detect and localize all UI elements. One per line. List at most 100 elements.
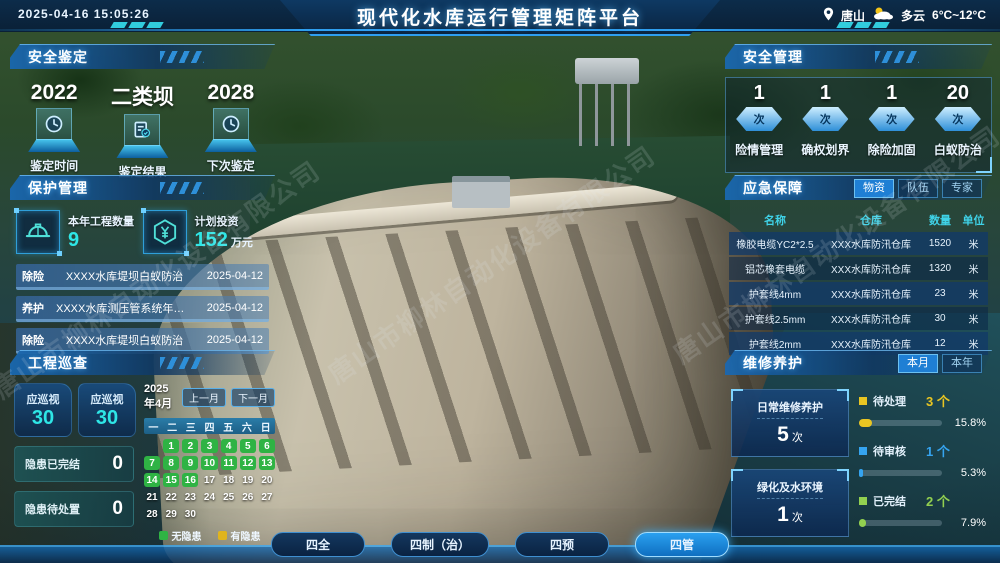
record-type: 除险 [22, 268, 56, 284]
tab-队伍[interactable]: 队伍 [898, 179, 938, 198]
calendar-day[interactable]: 3 [201, 439, 217, 453]
stat-label: 隐患待处置 [25, 501, 80, 517]
calendar-day[interactable]: 4 [221, 439, 237, 453]
nav-button-四全[interactable]: 四全 [271, 532, 365, 557]
progress-fill [859, 419, 872, 427]
panel-title: 安全管理 [725, 49, 803, 65]
legend-swatch [218, 531, 227, 540]
panel-inspection: 工程巡查 应巡视30应巡视30 隐患已完结0隐患待处置0 2025年4月 上一月… [10, 350, 275, 534]
header-underline [725, 201, 992, 203]
protection-stat-card: 本年工程数量9 [16, 210, 143, 254]
stat-label: 应巡视 [27, 391, 60, 407]
supplies-table-row[interactable]: 橡胶电缆YC2*2.5XXX水库防汛仓库1520米 [729, 232, 988, 255]
calendar-day[interactable]: 20 [259, 473, 275, 487]
table-cell: XXX水库防汛仓库 [821, 311, 921, 326]
stat-label: 本年工程数量 [68, 213, 134, 229]
hexagon-pedestal: 次 [869, 107, 915, 131]
calendar-day[interactable]: 6 [259, 439, 275, 453]
status-swatch [859, 397, 867, 405]
tab-本年[interactable]: 本年 [942, 354, 982, 373]
inspection-mini-stat: 应巡视30 [14, 383, 72, 437]
calendar-day[interactable]: 12 [240, 456, 256, 470]
progress-bar [859, 470, 942, 476]
calendar-day[interactable]: 26 [240, 490, 256, 504]
prev-month-button[interactable]: 上一月 [182, 388, 226, 407]
weekday-label: 一 [144, 419, 163, 434]
calendar-day[interactable]: 11 [221, 456, 237, 470]
calendar-day[interactable]: 15 [163, 473, 179, 487]
progress-row: 已完结2 个7.9% [859, 491, 986, 529]
tab-本月[interactable]: 本月 [898, 354, 938, 373]
calendar-day[interactable]: 17 [201, 473, 217, 487]
status-label: 已完结 [873, 493, 906, 509]
calendar-day[interactable]: 9 [182, 456, 198, 470]
header-underline [10, 70, 275, 72]
nav-button-四管[interactable]: 四管 [635, 532, 729, 557]
calendar-day[interactable]: 23 [182, 490, 198, 504]
calendar-day[interactable]: 30 [182, 507, 198, 521]
column-header: 仓库 [821, 212, 921, 228]
stat-unit: 万元 [231, 237, 253, 249]
header-underline [725, 376, 992, 378]
item-value: 1 [820, 82, 831, 105]
tab-专家[interactable]: 专家 [942, 179, 982, 198]
appraisal-item: 二类坝鉴定结果 [99, 81, 186, 180]
calendar-day[interactable]: 27 [259, 490, 275, 504]
header-stripes [160, 51, 204, 63]
inspection-wide-stat: 隐患已完结0 [14, 446, 134, 482]
calendar-day[interactable]: 21 [144, 490, 160, 504]
calendar-day[interactable]: 2 [182, 439, 198, 453]
empty-day-cell [144, 439, 160, 453]
protection-record-row[interactable]: 养护XXXX水库测压管系统年度...2025-04-12 [16, 296, 269, 322]
record-date: 2025-04-12 [193, 270, 263, 282]
calendar-day[interactable]: 24 [201, 490, 217, 504]
progress-bar [859, 520, 942, 526]
calendar-day[interactable]: 7 [144, 456, 160, 470]
panel-title: 应急保障 [725, 180, 803, 196]
calendar-day[interactable]: 1 [163, 439, 179, 453]
supplies-table-row[interactable]: 护套线4mmXXX水库防汛仓库23米 [729, 282, 988, 305]
safety-mgmt-items: 1次险情管理1次确权划界1次除险加固20次白蚁防治 [725, 77, 992, 173]
card-label: 日常维修养护 [757, 399, 823, 419]
table-header-row: 名称仓库数量单位 [729, 210, 988, 230]
stat-value: 0 [112, 498, 123, 520]
tab-物资[interactable]: 物资 [854, 179, 894, 198]
table-cell: 铝芯橡套电缆 [729, 261, 821, 276]
header-underline [10, 201, 275, 203]
record-type: 除险 [22, 332, 56, 348]
panel-safety-mgmt: 安全管理 1次险情管理1次确权划界1次除险加固20次白蚁防治 [725, 44, 992, 170]
appraisal-label: 下次鉴定 [207, 157, 255, 174]
calendar-day[interactable]: 19 [240, 473, 256, 487]
appraisal-items: 2022鉴定时间二类坝鉴定结果2028下次鉴定 [10, 77, 275, 180]
next-month-button[interactable]: 下一月 [231, 388, 275, 407]
weather-block: 唐山 多云 6°C~12°C [823, 6, 986, 24]
safety-mgmt-item: 1次险情管理 [726, 82, 792, 158]
calendar-days-grid: 1234567891011121314151617181920212223242… [144, 439, 275, 521]
supplies-table-row[interactable]: 铝芯橡套电缆XXX水库防汛仓库1320米 [729, 257, 988, 280]
calendar-day[interactable]: 16 [182, 473, 198, 487]
panel-safety-appraisal: 安全鉴定 2022鉴定时间二类坝鉴定结果2028下次鉴定 [10, 44, 275, 170]
calendar-day[interactable]: 14 [144, 473, 160, 487]
calendar-day[interactable]: 25 [221, 490, 237, 504]
table-cell: 1320 [921, 263, 959, 274]
calendar-day[interactable]: 18 [221, 473, 237, 487]
emergency-tabs: 物资队伍专家 [854, 179, 982, 198]
protection-record-row[interactable]: 除险XXXX水库堤坝白蚁防治2025-04-12 [16, 264, 269, 290]
appraisal-item: 2028下次鉴定 [187, 81, 274, 174]
calendar-day[interactable]: 5 [240, 439, 256, 453]
progress-fill [859, 469, 863, 477]
panel-protection-mgmt: 保护管理 本年工程数量9计划投资152万元 除险XXXX水库堤坝白蚁防治2025… [10, 175, 275, 345]
calendar-day[interactable]: 8 [163, 456, 179, 470]
status-count: 3 个 [926, 391, 950, 410]
calendar-day[interactable]: 10 [201, 456, 217, 470]
weekday-label: 日 [256, 419, 275, 434]
progress-bar [859, 420, 942, 426]
calendar-day[interactable]: 13 [259, 456, 275, 470]
calendar-day[interactable]: 29 [163, 507, 179, 521]
nav-button-四制（治）[interactable]: 四制（治） [391, 532, 489, 557]
hexagon-pedestal: 次 [802, 107, 848, 131]
supplies-table-row[interactable]: 护套线2.5mmXXX水库防汛仓库30米 [729, 307, 988, 330]
calendar-day[interactable]: 22 [163, 490, 179, 504]
calendar-day[interactable]: 28 [144, 507, 160, 521]
nav-button-四预[interactable]: 四预 [515, 532, 609, 557]
